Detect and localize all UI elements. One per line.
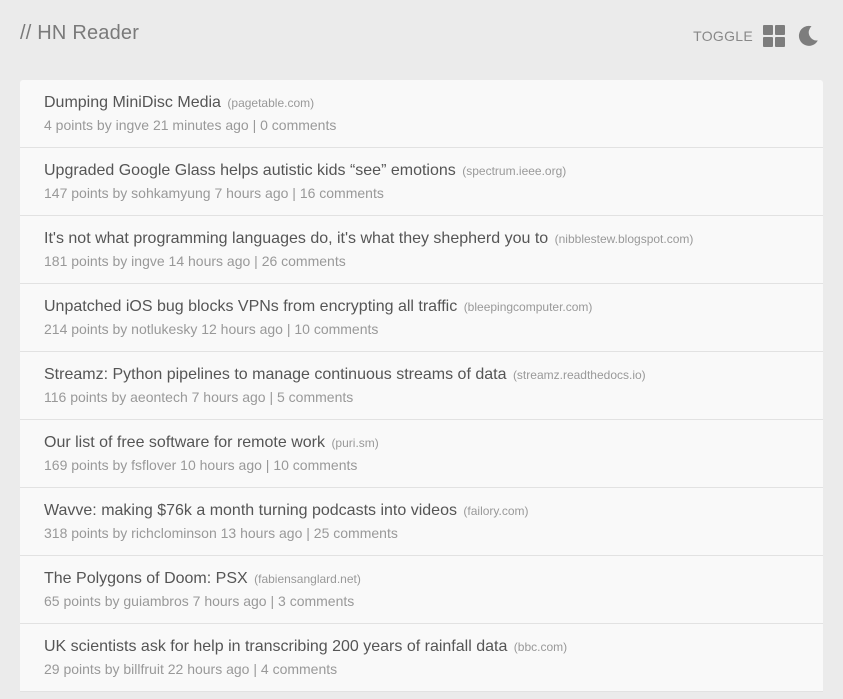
story-item: UK scientists ask for help in transcribi… <box>20 624 823 692</box>
moon-icon[interactable] <box>797 25 819 47</box>
story-item: Upgraded Google Glass helps autistic kid… <box>20 148 823 216</box>
story-meta: 29 points by billfruit 22 hours ago | <box>44 661 257 677</box>
story-title-link[interactable]: Dumping MiniDisc Media <box>44 94 221 111</box>
story-title-link[interactable]: Our list of free software for remote wor… <box>44 434 325 451</box>
grid-icon[interactable] <box>763 25 785 47</box>
story-domain: (failory.com) <box>463 504 529 518</box>
story-domain: (spectrum.ieee.org) <box>462 164 567 178</box>
comments-link[interactable]: 10 comments <box>273 457 357 473</box>
comments-link[interactable]: 10 comments <box>294 321 378 337</box>
story-domain: (puri.sm) <box>331 436 379 450</box>
story-item: Streamz: Python pipelines to manage cont… <box>20 352 823 420</box>
story-domain: (bleepingcomputer.com) <box>463 300 593 314</box>
story-meta: 214 points by notlukesky 12 hours ago | <box>44 321 291 337</box>
story-title-link[interactable]: Unpatched iOS bug blocks VPNs from encry… <box>44 298 457 315</box>
story-item: Dumping MiniDisc Media (pagetable.com) 4… <box>20 80 823 148</box>
app-header: // HN Reader TOGGLE <box>0 0 843 72</box>
story-domain: (fabiensanglard.net) <box>254 572 361 586</box>
story-title-link[interactable]: The Polygons of Doom: PSX <box>44 570 248 587</box>
story-title-link[interactable]: Streamz: Python pipelines to manage cont… <box>44 366 506 383</box>
story-list: Dumping MiniDisc Media (pagetable.com) 4… <box>20 80 823 692</box>
story-meta: 169 points by fsflover 10 hours ago | <box>44 457 270 473</box>
story-domain: (nibblestew.blogspot.com) <box>554 232 694 246</box>
story-item: Wavve: making $76k a month turning podca… <box>20 488 823 556</box>
story-item: The Polygons of Doom: PSX (fabiensanglar… <box>20 556 823 624</box>
story-domain: (bbc.com) <box>513 640 568 654</box>
story-meta: 181 points by ingve 14 hours ago | <box>44 253 258 269</box>
story-title-link[interactable]: It's not what programming languages do, … <box>44 230 548 247</box>
comments-link[interactable]: 4 comments <box>261 661 337 677</box>
story-title-link[interactable]: Upgraded Google Glass helps autistic kid… <box>44 162 456 179</box>
comments-link[interactable]: 3 comments <box>278 593 354 609</box>
story-meta: 65 points by guiambros 7 hours ago | <box>44 593 275 609</box>
comments-link[interactable]: 26 comments <box>262 253 346 269</box>
toggle-button[interactable]: TOGGLE <box>693 28 753 44</box>
story-meta: 4 points by ingve 21 minutes ago | <box>44 117 257 133</box>
story-meta: 116 points by aeontech 7 hours ago | <box>44 389 274 405</box>
comments-link[interactable]: 25 comments <box>314 525 398 541</box>
story-meta: 318 points by richclominson 13 hours ago… <box>44 525 310 541</box>
story-meta: 147 points by sohkamyung 7 hours ago | <box>44 185 296 201</box>
story-domain: (pagetable.com) <box>227 96 315 110</box>
story-item: It's not what programming languages do, … <box>20 216 823 284</box>
story-domain: (streamz.readthedocs.io) <box>512 368 646 382</box>
app-title: // HN Reader <box>20 22 140 44</box>
story-title-link[interactable]: UK scientists ask for help in transcribi… <box>44 638 507 655</box>
story-item: Our list of free software for remote wor… <box>20 420 823 488</box>
comments-link[interactable]: 16 comments <box>300 185 384 201</box>
story-item: Unpatched iOS bug blocks VPNs from encry… <box>20 284 823 352</box>
comments-link[interactable]: 0 comments <box>260 117 336 133</box>
header-controls: TOGGLE <box>693 24 819 48</box>
story-title-link[interactable]: Wavve: making $76k a month turning podca… <box>44 502 457 519</box>
comments-link[interactable]: 5 comments <box>277 389 353 405</box>
